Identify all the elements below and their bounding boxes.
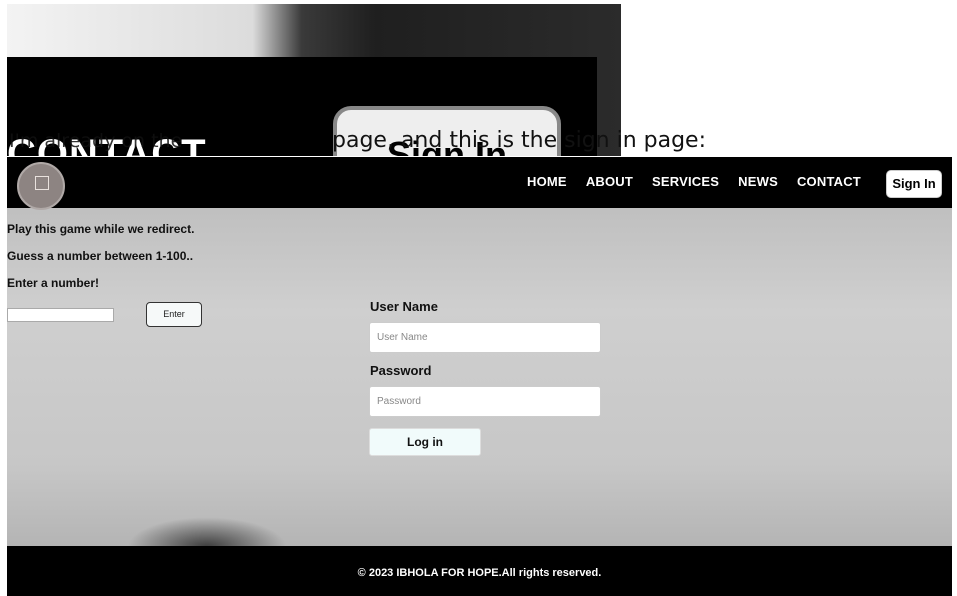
caption-left-text: I'm already on the	[9, 130, 183, 152]
caption-text: page, and this is the sign in page:	[332, 128, 706, 153]
enter-button[interactable]: Enter	[146, 302, 202, 327]
nav-services[interactable]: SERVICES	[652, 174, 719, 189]
guess-input[interactable]	[7, 308, 114, 322]
game-range-text: Guess a number between 1-100..	[7, 249, 194, 263]
login-button[interactable]: Log in	[369, 428, 481, 456]
username-label: User Name	[370, 299, 438, 314]
nav-news[interactable]: NEWS	[738, 174, 778, 189]
navbar: HOME ABOUT SERVICES NEWS CONTACT Sign In	[7, 157, 952, 210]
username-input[interactable]: User Name	[369, 322, 601, 353]
game-instruction: Play this game while we redirect.	[7, 222, 195, 236]
signin-page: HOME ABOUT SERVICES NEWS CONTACT Sign In…	[7, 157, 952, 596]
logo[interactable]	[17, 162, 65, 210]
logo-emblem-icon	[35, 176, 49, 190]
nav-about[interactable]: ABOUT	[586, 174, 633, 189]
password-input[interactable]: Password	[369, 386, 601, 417]
nav-contact[interactable]: CONTACT	[797, 174, 861, 189]
password-label: Password	[370, 363, 432, 378]
copyright-text: © 2023 IBHOLA FOR HOPE.All rights reserv…	[357, 567, 602, 579]
footer: © 2023 IBHOLA FOR HOPE.All rights reserv…	[7, 546, 952, 596]
game-prompt: Enter a number!	[7, 276, 100, 290]
signin-button[interactable]: Sign In	[886, 170, 942, 198]
nav-home[interactable]: HOME	[527, 174, 567, 189]
nav-links: HOME ABOUT SERVICES NEWS CONTACT	[527, 174, 861, 189]
